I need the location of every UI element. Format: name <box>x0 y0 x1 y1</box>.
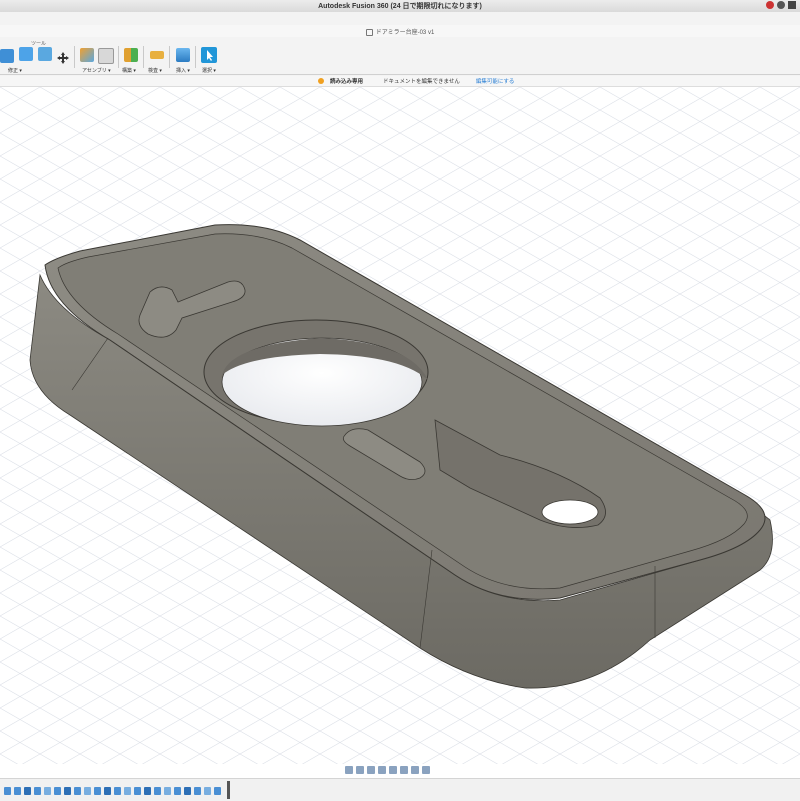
timeline-feature-icon[interactable] <box>124 787 131 795</box>
toolbar-separator <box>74 46 75 68</box>
look-at-icon[interactable] <box>356 766 364 774</box>
record-icon[interactable] <box>766 1 774 9</box>
select-cursor-icon[interactable] <box>201 47 217 63</box>
status-icon[interactable] <box>777 1 785 9</box>
timeline-feature-icon[interactable] <box>204 787 211 795</box>
measure-icon[interactable] <box>150 51 164 59</box>
new-component-icon[interactable] <box>80 48 94 62</box>
toolbar-separator <box>143 46 144 68</box>
timeline-feature-icon[interactable] <box>134 787 141 795</box>
titlebar-status-icons <box>766 1 796 9</box>
timeline-feature-icon[interactable] <box>44 787 51 795</box>
read-only-status: 読み込み専用 <box>330 79 364 85</box>
insert-image-icon[interactable] <box>176 48 190 62</box>
read-only-message: ドキュメントを編集できません <box>383 79 460 85</box>
read-only-banner: 読み込み専用 ドキュメントを編集できません 編集可能にする <box>0 76 800 87</box>
timeline-feature-icon[interactable] <box>64 787 71 795</box>
insert-menu[interactable]: 挿入 ▾ <box>176 67 190 74</box>
timeline <box>0 778 800 801</box>
toolbar-separator <box>195 46 196 68</box>
timeline-feature-icon[interactable] <box>144 787 151 795</box>
viewport-canvas[interactable] <box>0 87 800 764</box>
timeline-feature-icon[interactable] <box>14 787 21 795</box>
menu-icon[interactable] <box>788 1 796 9</box>
canvas-viewport[interactable] <box>0 87 800 764</box>
timeline-feature-icon[interactable] <box>54 787 61 795</box>
offset-plane-icon[interactable] <box>124 48 138 62</box>
fillet-icon[interactable] <box>19 47 33 61</box>
timeline-feature-icon[interactable] <box>174 787 181 795</box>
timeline-feature-icon[interactable] <box>164 787 171 795</box>
timeline-feature-icon[interactable] <box>214 787 221 795</box>
orbit-icon[interactable] <box>345 766 353 774</box>
timeline-feature-icon[interactable] <box>84 787 91 795</box>
timeline-feature-icon[interactable] <box>34 787 41 795</box>
tools-caption: ツール <box>31 41 47 47</box>
lock-icon <box>365 28 373 36</box>
inspect-menu[interactable]: 検査 ▾ <box>148 67 162 74</box>
toolbar <box>0 12 800 76</box>
move-icon[interactable] <box>57 49 69 64</box>
navigation-bar <box>345 764 455 776</box>
display-settings-icon[interactable] <box>400 766 408 774</box>
timeline-feature-icon[interactable] <box>4 787 11 795</box>
select-menu[interactable]: 選択 ▾ <box>202 67 216 74</box>
window-title: Autodesk Fusion 360 (24 日で期限切れになります) <box>318 3 482 10</box>
zoom-icon[interactable] <box>378 766 386 774</box>
shell-icon[interactable] <box>38 47 52 61</box>
pan-icon[interactable] <box>367 766 375 774</box>
timeline-feature-icon[interactable] <box>94 787 101 795</box>
joint-icon[interactable] <box>98 48 114 64</box>
slot-opening <box>541 499 599 525</box>
timeline-marker[interactable] <box>227 781 230 799</box>
timeline-feature-icon[interactable] <box>194 787 201 795</box>
timeline-feature-icon[interactable] <box>114 787 121 795</box>
toolbar-divider <box>0 74 800 75</box>
fit-icon[interactable] <box>389 766 397 774</box>
timeline-feature-icon[interactable] <box>184 787 191 795</box>
toolbar-separator <box>118 46 119 68</box>
document-tab[interactable]: ドアミラー台座-03 v1 <box>0 25 800 37</box>
timeline-feature-icon[interactable] <box>74 787 81 795</box>
document-title: ドアミラー台座-03 v1 <box>375 30 435 36</box>
toolbar-separator <box>169 46 170 68</box>
timeline-feature-icon[interactable] <box>154 787 161 795</box>
assembly-menu[interactable]: アセンブリ ▾ <box>82 67 111 74</box>
grid-settings-icon[interactable] <box>411 766 419 774</box>
make-editable-link[interactable]: 編集可能にする <box>476 77 515 85</box>
press-pull-icon[interactable] <box>0 49 14 63</box>
modify-menu[interactable]: 修正 ▾ <box>8 67 22 74</box>
viewports-icon[interactable] <box>422 766 430 774</box>
timeline-feature-icon[interactable] <box>24 787 31 795</box>
construct-menu[interactable]: 構築 ▾ <box>122 67 136 74</box>
warning-icon <box>318 78 324 84</box>
timeline-feature-icon[interactable] <box>104 787 111 795</box>
